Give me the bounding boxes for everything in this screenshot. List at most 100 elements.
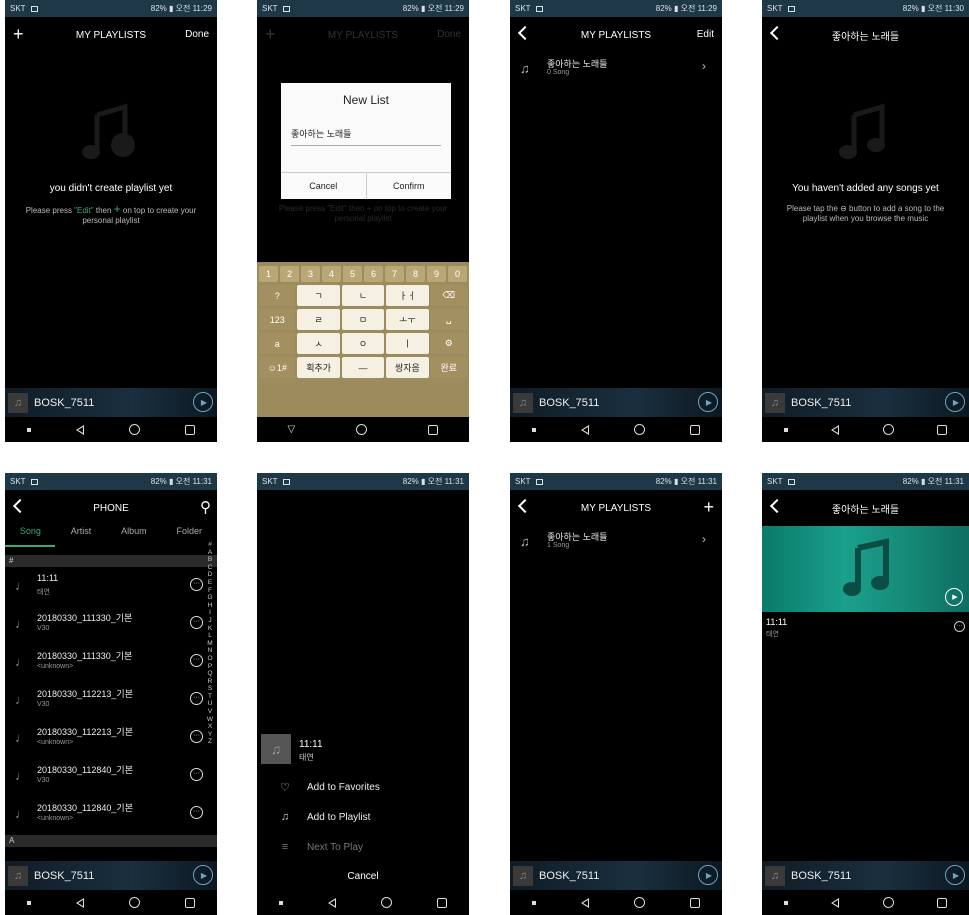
keyboard-key-1-0[interactable]: 123 bbox=[259, 309, 296, 330]
add-to-favorites-item[interactable]: ♡ Add to Favorites bbox=[257, 773, 469, 801]
alphabet-index[interactable]: # A B C D E F G H I J K L M N O P Q R S T U V W X Y Z bbox=[205, 541, 215, 746]
keyboard-key-0-0[interactable]: ? bbox=[259, 285, 296, 306]
keyboard-key-2-0[interactable]: a bbox=[259, 333, 296, 354]
keyboard-key-3-3[interactable]: 쌍자음 bbox=[386, 357, 429, 378]
back-icon[interactable] bbox=[517, 498, 533, 514]
mini-player[interactable]: ♫ BOSK_7511 ▶ bbox=[5, 861, 217, 890]
keyboard-key-1-4[interactable]: ␣ bbox=[430, 309, 467, 330]
number-key-0[interactable]: 0 bbox=[448, 266, 467, 282]
alphabet-letter[interactable]: O bbox=[205, 655, 215, 663]
playlist-row[interactable]: ♫ 좋아하는 노래들 1 Song › bbox=[510, 526, 722, 556]
play-all-button[interactable]: ▶ bbox=[945, 588, 963, 606]
keyboard-key-2-1[interactable]: ㅅ bbox=[297, 333, 340, 354]
edit-button[interactable]: Edit bbox=[697, 29, 714, 40]
next-to-play-item[interactable]: ≡ Next To Play bbox=[257, 833, 469, 861]
recents-nav-icon[interactable] bbox=[428, 424, 439, 435]
song-row[interactable]: ♩ 20180330_112840_기본 <unknown> ··· bbox=[5, 796, 203, 831]
keyboard-key-2-4[interactable]: ⚙ bbox=[430, 333, 467, 354]
add-to-playlist-item[interactable]: ♫ Add to Playlist bbox=[257, 803, 469, 831]
add-playlist-button[interactable]: + bbox=[703, 497, 714, 518]
back-nav-icon[interactable] bbox=[581, 424, 590, 435]
number-key-1[interactable]: 1 bbox=[259, 266, 278, 282]
playlist-row[interactable]: ♫ 좋아하는 노래들 0 Song › bbox=[510, 53, 722, 83]
mini-player[interactable]: ♫ BOSK_7511 ▶ bbox=[510, 861, 722, 890]
alphabet-letter[interactable]: F bbox=[205, 587, 215, 595]
keyboard-key-1-1[interactable]: ㄹ bbox=[297, 309, 340, 330]
back-nav-icon[interactable] bbox=[831, 424, 840, 435]
recents-nav-icon[interactable] bbox=[689, 897, 700, 908]
add-playlist-button[interactable]: + bbox=[13, 25, 24, 43]
song-row[interactable]: ♩ 20180330_112840_기본 V30 ··· bbox=[5, 758, 203, 793]
back-nav-icon[interactable] bbox=[76, 424, 85, 435]
alphabet-letter[interactable]: J bbox=[205, 617, 215, 625]
alphabet-letter[interactable]: A bbox=[205, 549, 215, 557]
home-nav-icon[interactable] bbox=[882, 424, 894, 435]
keyboard-key-0-4[interactable]: ⌫ bbox=[430, 285, 467, 306]
done-button[interactable]: Done bbox=[185, 29, 209, 40]
play-button[interactable]: ▶ bbox=[945, 865, 965, 885]
alphabet-letter[interactable]: K bbox=[205, 625, 215, 633]
play-button[interactable]: ▶ bbox=[193, 865, 213, 885]
alphabet-letter[interactable]: I bbox=[205, 609, 215, 617]
keyboard-key-0-3[interactable]: ㅏㅓ bbox=[386, 285, 429, 306]
tab-artist[interactable]: Artist bbox=[71, 526, 92, 548]
alphabet-letter[interactable]: Z bbox=[205, 738, 215, 746]
more-options-icon[interactable]: ··· bbox=[190, 616, 203, 629]
mini-player[interactable]: ♫ BOSK_7511 ▶ bbox=[5, 388, 217, 417]
number-key-7[interactable]: 7 bbox=[385, 266, 404, 282]
keyboard-key-3-4[interactable]: 완료 bbox=[430, 357, 467, 378]
alphabet-letter[interactable]: T bbox=[205, 693, 215, 701]
alphabet-letter[interactable]: Y bbox=[205, 731, 215, 739]
alphabet-letter[interactable]: Q bbox=[205, 670, 215, 678]
back-nav-icon[interactable] bbox=[328, 897, 337, 908]
alphabet-letter[interactable]: W bbox=[205, 716, 215, 724]
keyboard-key-2-3[interactable]: ㅣ bbox=[386, 333, 429, 354]
number-key-9[interactable]: 9 bbox=[427, 266, 446, 282]
mini-player[interactable]: ♫ BOSK_7511 ▶ bbox=[762, 388, 969, 417]
playlist-name-input[interactable]: 좋아하는 노래들 bbox=[291, 127, 441, 146]
alphabet-letter[interactable]: E bbox=[205, 579, 215, 587]
play-button[interactable]: ▶ bbox=[698, 865, 718, 885]
back-icon[interactable] bbox=[517, 25, 533, 41]
number-key-6[interactable]: 6 bbox=[364, 266, 383, 282]
back-nav-icon[interactable] bbox=[76, 897, 85, 908]
alphabet-letter[interactable]: R bbox=[205, 678, 215, 686]
cancel-button[interactable]: Cancel bbox=[281, 173, 367, 199]
back-nav-icon[interactable] bbox=[831, 897, 840, 908]
song-row[interactable]: ♩ 20180330_112213_기본 <unknown> ··· bbox=[5, 720, 203, 755]
alphabet-letter[interactable]: H bbox=[205, 602, 215, 610]
tab-album[interactable]: Album bbox=[121, 526, 147, 548]
alphabet-letter[interactable]: M bbox=[205, 640, 215, 648]
song-row[interactable]: 11:11 태연 ··· bbox=[762, 613, 969, 643]
alphabet-letter[interactable]: C bbox=[205, 564, 215, 572]
keyboard-key-3-0[interactable]: ☺1# bbox=[259, 357, 296, 378]
recents-nav-icon[interactable] bbox=[937, 897, 948, 908]
song-row[interactable]: ♩ 20180330_111330_기본 <unknown> ··· bbox=[5, 644, 203, 679]
keyboard-key-2-2[interactable]: ㅇ bbox=[341, 333, 385, 354]
tab-folder[interactable]: Folder bbox=[177, 526, 203, 548]
number-key-4[interactable]: 4 bbox=[322, 266, 341, 282]
add-playlist-button[interactable]: + bbox=[265, 25, 276, 43]
more-options-icon[interactable]: ··· bbox=[190, 578, 203, 591]
nav-dot[interactable] bbox=[27, 427, 32, 432]
alphabet-letter[interactable]: P bbox=[205, 663, 215, 671]
play-button[interactable]: ▶ bbox=[945, 392, 965, 412]
alphabet-letter[interactable]: # bbox=[205, 541, 215, 549]
number-key-5[interactable]: 5 bbox=[343, 266, 362, 282]
play-button[interactable]: ▶ bbox=[193, 392, 213, 412]
keyboard-key-1-3[interactable]: ㅗㅜ bbox=[386, 309, 429, 330]
home-nav-icon[interactable] bbox=[633, 897, 645, 908]
mini-player[interactable]: ♫ BOSK_7511 ▶ bbox=[510, 388, 722, 417]
recents-nav-icon[interactable] bbox=[937, 424, 948, 435]
back-nav-icon[interactable] bbox=[581, 897, 590, 908]
more-options-icon[interactable]: ··· bbox=[190, 768, 203, 781]
home-nav-icon[interactable] bbox=[882, 897, 894, 908]
recents-nav-icon[interactable] bbox=[436, 897, 447, 908]
home-nav-icon[interactable] bbox=[356, 424, 368, 435]
alphabet-letter[interactable]: L bbox=[205, 632, 215, 640]
keyboard-key-0-2[interactable]: ㄴ bbox=[341, 285, 385, 306]
home-nav-icon[interactable] bbox=[128, 424, 140, 435]
number-key-2[interactable]: 2 bbox=[280, 266, 299, 282]
alphabet-letter[interactable]: G bbox=[205, 594, 215, 602]
alphabet-letter[interactable]: U bbox=[205, 700, 215, 708]
